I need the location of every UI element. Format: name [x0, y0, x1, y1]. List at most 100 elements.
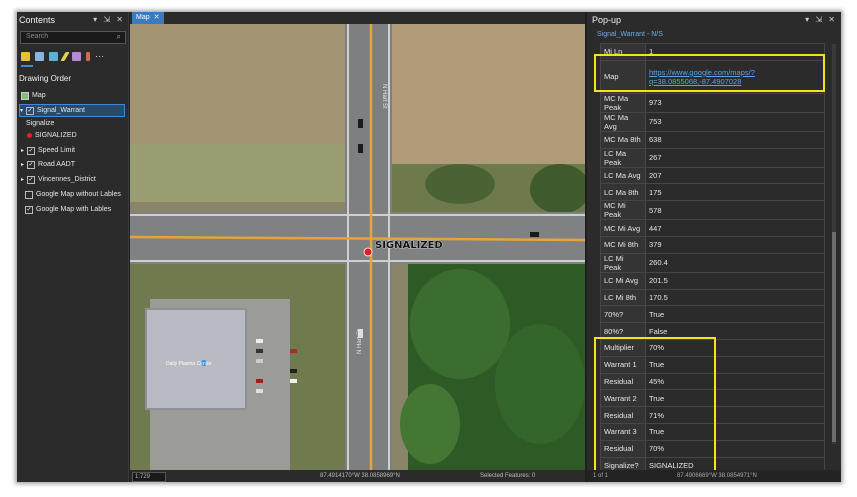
satellite-imagery[interactable]: Daily Plasma Center N Hart St N Hart St …	[129, 24, 590, 470]
popup-feature-name[interactable]: Signal_Warrant - N/S	[597, 31, 663, 38]
list-by-editing-icon[interactable]	[60, 51, 70, 61]
legend-item-signalized: SIGNALIZED	[27, 130, 77, 141]
attribute-key: LC Mi 8th	[600, 288, 646, 307]
attribute-key: MC Ma Peak	[600, 92, 646, 113]
layer-item-signal-warrant[interactable]: ▾ ✓ Signal_Warrant	[19, 104, 125, 117]
list-by-selection-icon[interactable]	[49, 51, 58, 61]
warrant-results-highlight	[594, 337, 716, 474]
layer-label: Vincennes_District	[38, 176, 96, 183]
map-link-highlight	[594, 54, 825, 92]
attribute-value: 260.4	[645, 252, 825, 273]
business-label: Daily Plasma Center	[166, 361, 212, 367]
attribute-row: LC Ma 8th 175	[600, 183, 825, 202]
layer-item-google-map-with-lables[interactable]: ✓ Google Map with Lables	[25, 204, 111, 215]
layer-label: Google Map without Lables	[36, 191, 121, 198]
layer-visibility-checkbox[interactable]: ✓	[25, 205, 33, 214]
attribute-row: 70%? True	[600, 305, 825, 324]
contents-pane-controls[interactable]: ▾ ⇲ ✕	[93, 15, 125, 24]
attribute-row: MC Ma 8th 638	[600, 130, 825, 149]
layer-item-vincennes-district[interactable]: ▸ ✓ Vincennes_District	[21, 174, 96, 185]
attribute-value: 170.5	[645, 288, 825, 307]
signalized-label: SIGNALIZED	[375, 240, 443, 251]
selected-features-count: Selected Features: 0	[480, 473, 536, 479]
farm-field-ne	[392, 24, 585, 174]
expand-arrow-icon[interactable]: ▸	[21, 176, 24, 183]
attribute-row: MC Mi Peak 578	[600, 200, 825, 221]
attribute-value: 267	[645, 147, 825, 168]
list-by-snapping-icon[interactable]	[72, 51, 81, 61]
expand-arrow-icon[interactable]: ▸	[21, 161, 24, 168]
layer-visibility-checkbox[interactable]: ✓	[27, 175, 36, 184]
map-status-bar: 1:729 87.4914170°W 38.0858969°N Selected…	[130, 470, 585, 482]
attribute-row: LC Mi Peak 260.4	[600, 252, 825, 273]
layer-label: Road AADT	[38, 161, 75, 168]
attribute-row: LC Ma Peak 267	[600, 147, 825, 168]
map-pane: Map ✕ Daily Plasma Center N Hart St N Ha…	[129, 12, 590, 482]
layer-visibility-checkbox[interactable]: ✓	[27, 146, 36, 155]
attribute-value: 175	[645, 183, 825, 202]
map-tab-bar: Map ✕	[130, 12, 585, 24]
popup-pane-controls[interactable]: ▾ ⇲ ✕	[805, 15, 837, 24]
building-roof	[146, 309, 246, 409]
attribute-row: LC Ma Avg 207	[600, 166, 825, 185]
search-placeholder: Search	[26, 33, 49, 40]
record-counter: 1 of 1	[593, 473, 609, 479]
attribute-row: LC Mi Avg 201.5	[600, 271, 825, 290]
layer-item-speed-limit[interactable]: ▸ ✓ Speed Limit	[21, 145, 75, 156]
attribute-row: MC Ma Peak 973	[600, 92, 825, 113]
layer-item-road-aadt[interactable]: ▸ ✓ Road AADT	[21, 159, 75, 170]
layer-visibility-checkbox[interactable]	[25, 190, 33, 199]
layer-label: Map	[32, 92, 46, 99]
attribute-value: 973	[645, 92, 825, 113]
contents-toolbar: ···	[21, 49, 104, 63]
signal-warrant-point[interactable]	[363, 247, 373, 257]
attribute-key: MC Mi Peak	[600, 200, 646, 221]
symbology-group-signalize: Signalize	[26, 118, 54, 129]
tab-map[interactable]: Map ✕	[132, 12, 164, 24]
layer-item-google-map-without-lables[interactable]: Google Map without Lables	[25, 189, 121, 200]
scale-selector[interactable]: 1:729	[132, 472, 166, 482]
layer-label: Signal_Warrant	[37, 107, 86, 114]
attribute-key: 70%?	[600, 305, 646, 324]
contents-search-input[interactable]: Search ⌕	[20, 31, 126, 44]
legend-label: SIGNALIZED	[35, 132, 77, 139]
layer-item-map[interactable]: Map	[21, 90, 46, 101]
contents-pane: Contents ▾ ⇲ ✕ Search ⌕ ··· Drawing Orde…	[17, 12, 129, 482]
layer-label: Speed Limit	[38, 147, 75, 154]
attribute-value: 201.5	[645, 271, 825, 290]
attribute-key: LC Ma Avg	[600, 166, 646, 185]
attribute-key: MC Ma 8th	[600, 130, 646, 149]
more-options-icon[interactable]: ···	[95, 51, 104, 61]
symbology-group-label: Signalize	[26, 120, 55, 127]
attribute-value: 753	[645, 111, 825, 132]
layer-visibility-checkbox[interactable]: ✓	[27, 160, 36, 169]
attribute-key: MC Mi Avg	[600, 219, 646, 237]
drawing-order-heading: Drawing Order	[19, 74, 72, 83]
attribute-value: 578	[645, 200, 825, 221]
attribute-value: 207	[645, 166, 825, 185]
app-window: Contents ▾ ⇲ ✕ Search ⌕ ··· Drawing Orde…	[17, 12, 841, 482]
list-by-source-icon[interactable]	[35, 51, 44, 61]
layer-visibility-checkbox[interactable]: ✓	[26, 106, 35, 115]
expand-arrow-icon[interactable]: ▾	[20, 107, 23, 114]
popup-title: Pop-up	[592, 15, 622, 25]
pointer-coordinates: 87.4914170°W 38.0858969°N	[320, 473, 400, 479]
map-view[interactable]: Daily Plasma Center N Hart St N Hart St …	[129, 24, 590, 470]
attribute-key: LC Ma 8th	[600, 183, 646, 202]
attribute-row: MC Ma Avg 753	[600, 111, 825, 132]
close-icon[interactable]: ✕	[154, 12, 160, 24]
layer-label: Google Map with Lables	[36, 206, 112, 213]
expand-arrow-icon[interactable]: ▸	[21, 147, 24, 154]
list-by-labeling-icon[interactable]	[86, 51, 90, 61]
attribute-key: LC Ma Peak	[600, 147, 646, 168]
attribute-row: LC Mi 8th 170.5	[600, 288, 825, 307]
map-icon	[21, 91, 29, 100]
map-tab-label: Map	[136, 14, 150, 21]
attribute-row: MC Mi 8th 379	[600, 235, 825, 254]
attribute-value: 379	[645, 235, 825, 254]
contents-title: Contents	[19, 15, 56, 25]
popup-scrollbar-thumb[interactable]	[832, 232, 836, 442]
search-icon[interactable]: ⌕	[117, 32, 121, 42]
signalized-point-symbol-icon	[27, 133, 32, 138]
list-by-drawing-order-icon[interactable]	[21, 51, 30, 61]
